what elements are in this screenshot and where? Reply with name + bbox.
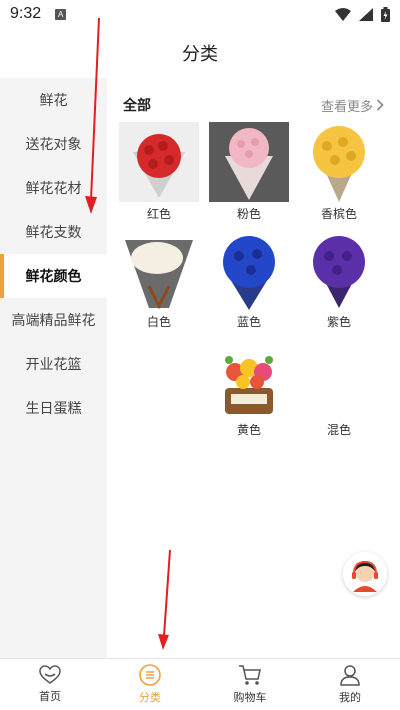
category-item-label: 蓝色 [236,315,261,329]
sidebar-item-label: 送花对象 [25,137,82,153]
status-bar: 9:32 A [0,0,400,28]
sidebar-item-label: 鲜花支数 [25,225,82,241]
page-title: 分类 [182,44,218,65]
wifi-icon [335,7,351,21]
sidebar-item-flowers[interactable]: 鲜花 [0,78,107,122]
customer-service-icon [343,552,387,596]
category-item-champagne[interactable]: 香槟色 [299,122,379,222]
basket-image [209,338,289,418]
tab-label: 首页 [39,690,61,703]
tab-label: 购物车 [233,691,267,704]
customer-service-button[interactable] [343,552,387,596]
bouquet-image [209,122,289,202]
bouquet-image [299,230,379,310]
tab-label: 我的 [339,691,361,704]
category-item-label: 红色 [146,207,171,221]
category-item-label: 黄色 [236,423,261,437]
category-item-label: 粉色 [236,207,261,221]
page-header: 分类 [0,28,400,78]
heart-icon [39,665,61,684]
bottom-tab-bar: 首页 分类 购物车 我的 [0,658,400,710]
category-sidebar: 鲜花 送花对象 鲜花花材 鲜花支数 鲜花颜色 高端精品鲜花 开业花篮 生日蛋糕 [0,78,107,658]
sidebar-item-label: 开业花篮 [25,357,82,373]
section-header: 全部 查看更多 [107,78,400,118]
bouquet-image [299,122,379,202]
category-item-purple[interactable]: 紫色 [299,230,379,330]
view-more-link[interactable]: 查看更多 [321,96,384,115]
bouquet-image [119,122,199,202]
category-item-pink[interactable]: 粉色 [209,122,289,222]
category-item-mixed[interactable]: 混色 [299,338,379,438]
cart-icon [239,665,261,685]
category-item-red[interactable]: 红色 [119,122,199,222]
status-icons [335,6,390,22]
category-item-label: 香槟色 [320,207,357,221]
category-item-label: 混色 [326,423,351,437]
sidebar-item-premium-flowers[interactable]: 高端精品鲜花 [0,298,107,342]
sidebar-item-label: 鲜花颜色 [25,269,82,285]
category-item-white[interactable]: 白色 [119,230,199,330]
category-item-yellow[interactable]: 黄色 [209,338,289,438]
notification-badge: A [55,8,67,20]
category-item-label: 白色 [146,315,171,329]
color-grid: 红色 粉色 香槟色 白色 蓝色 紫色 黄色 混色 [119,122,391,438]
signal-icon [359,7,373,21]
sidebar-item-flower-color[interactable]: 鲜花颜色 [0,254,107,298]
section-title: 全部 [123,98,151,114]
chevron-right-icon [376,99,384,111]
category-item-blue[interactable]: 蓝色 [209,230,289,330]
tab-label: 分类 [139,691,161,704]
bouquet-image [119,230,199,310]
sidebar-item-flower-material[interactable]: 鲜花花材 [0,166,107,210]
tab-profile[interactable]: 我的 [300,659,400,710]
tab-cart[interactable]: 购物车 [200,659,300,710]
sidebar-item-label: 鲜花花材 [25,181,82,197]
tab-category[interactable]: 分类 [100,659,200,710]
category-item-label: 紫色 [326,315,351,329]
sidebar-item-label: 生日蛋糕 [25,401,82,417]
user-icon [340,665,360,686]
sidebar-item-birthday-cake[interactable]: 生日蛋糕 [0,386,107,430]
sidebar-item-label: 高端精品鲜花 [11,313,96,329]
sidebar-item-stem-count[interactable]: 鲜花支数 [0,210,107,254]
tab-home[interactable]: 首页 [0,659,100,710]
battery-icon [381,6,390,22]
category-icon [139,664,161,686]
sidebar-item-label: 鲜花 [39,93,68,109]
sidebar-item-recipient[interactable]: 送花对象 [0,122,107,166]
empty-thumbnail [299,338,379,418]
status-time: 9:32 [10,5,42,22]
bouquet-image [209,230,289,310]
sidebar-item-opening-basket[interactable]: 开业花篮 [0,342,107,386]
view-more-label: 查看更多 [320,99,373,115]
